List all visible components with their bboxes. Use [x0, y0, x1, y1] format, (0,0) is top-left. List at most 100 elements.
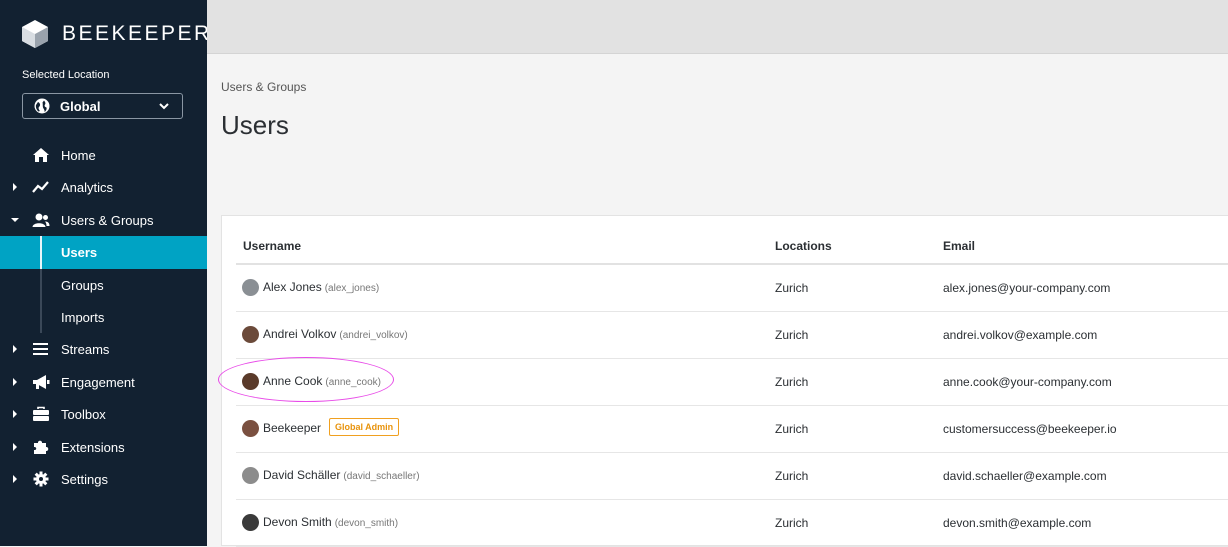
location-value: Global: [60, 98, 101, 114]
table-row[interactable]: Anne Cook (anne_cook) Zurich anne.cook@yo…: [236, 358, 1228, 406]
caret-right-icon: [13, 377, 17, 386]
caret-right-icon: [13, 345, 17, 354]
user-email: david.schaeller@example.com: [943, 469, 1107, 483]
sidebar-subitem-groups[interactable]: Groups: [0, 268, 207, 301]
sidebar: BEEKEEPER Selected Location Global Home …: [0, 0, 209, 546]
selected-location-label: Selected Location: [22, 69, 110, 81]
analytics-icon: [32, 181, 49, 194]
table-row[interactable]: Alex Jones (alex_jones) Zurich alex.jones…: [236, 264, 1228, 312]
user-display-name: Beekeeper: [263, 421, 322, 435]
sidebar-item-label: Users: [61, 245, 98, 261]
caret-right-icon: [13, 442, 17, 451]
caret-down-icon: [11, 217, 19, 222]
user-email: andrei.volkov@example.com: [943, 328, 1098, 342]
user-email: anne.cook@your-company.com: [943, 375, 1112, 389]
gear-icon: [33, 471, 49, 487]
table-row[interactable]: David Schäller (david_schaeller) Zurich d…: [236, 452, 1228, 500]
global-admin-badge: Global Admin: [329, 418, 400, 436]
sidebar-item-engagement[interactable]: Engagement: [0, 366, 207, 398]
user-name[interactable]: Beekeeper: [263, 421, 321, 435]
sidebar-item-label: Engagement: [61, 374, 135, 390]
sidebar-item-label: Settings: [61, 471, 108, 487]
submenu-line: [40, 268, 42, 301]
puzzle-icon: [34, 440, 49, 454]
sidebar-item-label: Toolbox: [61, 407, 106, 423]
brand-logo[interactable]: BEEKEEPER: [22, 20, 212, 48]
users-table: Username Locations Email Alex Jones (alex…: [221, 215, 1228, 547]
sidebar-item-label: Extensions: [61, 439, 125, 455]
sidebar-item-streams[interactable]: Streams: [0, 333, 207, 365]
sidebar-subitem-imports[interactable]: Imports: [0, 300, 207, 334]
user-handle: (anne_cook): [325, 377, 381, 388]
user-name[interactable]: Anne Cook (anne_cook): [263, 374, 381, 388]
sidebar-item-settings[interactable]: Settings: [0, 463, 207, 495]
toolbox-icon: [33, 406, 49, 422]
table-header: Username Locations Email: [236, 216, 1228, 265]
table-row[interactable]: Beekeeper Global Admin Zurich customersu…: [236, 405, 1228, 453]
user-handle: (devon_smith): [334, 518, 399, 529]
avatar: [242, 279, 259, 296]
caret-right-icon: [13, 474, 17, 483]
home-icon: [33, 148, 49, 162]
submenu-line: [40, 300, 42, 334]
top-bar: [207, 0, 1228, 54]
user-display-name: Devon Smith: [263, 515, 332, 529]
users-icon: [32, 213, 50, 227]
caret-right-icon: [13, 183, 17, 192]
caret-right-icon: [13, 410, 17, 419]
sidebar-item-analytics[interactable]: Analytics: [0, 171, 207, 203]
column-header-locations[interactable]: Locations: [775, 239, 832, 253]
sidebar-item-home[interactable]: Home: [0, 139, 207, 171]
sidebar-item-extensions[interactable]: Extensions: [0, 431, 207, 463]
brand-name: BEEKEEPER: [62, 22, 212, 45]
user-location: Zurich: [775, 516, 809, 530]
breadcrumb[interactable]: Users & Groups: [221, 80, 306, 94]
globe-icon: [34, 98, 50, 114]
beekeeper-logo-icon: [22, 20, 48, 48]
streams-icon: [33, 343, 48, 356]
user-location: Zurich: [775, 281, 809, 295]
sidebar-item-label: Imports: [61, 309, 105, 325]
user-name[interactable]: Alex Jones (alex_jones): [263, 280, 379, 294]
user-display-name: Anne Cook: [263, 374, 323, 388]
sidebar-nav: Home Analytics Users & Groups Users Grou…: [0, 139, 207, 495]
avatar: [242, 514, 259, 531]
user-name[interactable]: David Schäller (david_schaeller): [263, 468, 420, 482]
user-name[interactable]: Devon Smith (devon_smith): [263, 515, 398, 529]
sidebar-item-label: Groups: [61, 277, 104, 293]
user-email: alex.jones@your-company.com: [943, 281, 1111, 295]
table-row[interactable]: Andrei Volkov (andrei_volkov) Zurich andr…: [236, 311, 1228, 359]
user-email: devon.smith@example.com: [943, 516, 1092, 530]
sidebar-item-users-groups[interactable]: Users & Groups: [0, 204, 207, 236]
user-display-name: Andrei Volkov: [263, 327, 337, 341]
avatar: [242, 420, 259, 437]
avatar: [242, 373, 259, 390]
user-email: customersuccess@beekeeper.io: [943, 422, 1117, 436]
user-handle: (david_schaeller): [343, 471, 420, 482]
page-title: Users: [221, 110, 289, 140]
location-select[interactable]: Global: [22, 93, 183, 119]
submenu-line: [40, 236, 42, 269]
sidebar-item-label: Users & Groups: [61, 212, 154, 228]
user-handle: (alex_jones): [324, 283, 380, 294]
sidebar-subitem-users[interactable]: Users: [0, 236, 207, 269]
avatar: [242, 326, 259, 343]
megaphone-icon: [33, 374, 50, 389]
user-handle: (andrei_volkov): [339, 330, 408, 341]
column-header-username[interactable]: Username: [243, 239, 301, 253]
user-location: Zurich: [775, 328, 809, 342]
sidebar-item-label: Home: [61, 148, 96, 163]
sidebar-item-label: Streams: [61, 342, 110, 358]
user-name[interactable]: Andrei Volkov (andrei_volkov): [263, 327, 408, 341]
user-location: Zurich: [775, 469, 809, 483]
avatar: [242, 467, 259, 484]
sidebar-item-toolbox[interactable]: Toolbox: [0, 398, 207, 430]
sidebar-item-label: Analytics: [61, 180, 114, 196]
user-display-name: David Schäller: [263, 468, 341, 482]
user-location: Zurich: [775, 375, 809, 389]
column-header-email[interactable]: Email: [943, 239, 975, 253]
table-row[interactable]: Devon Smith (devon_smith) Zurich devon.sm…: [236, 499, 1228, 547]
user-display-name: Alex Jones: [263, 280, 322, 294]
chevron-down-icon: [159, 103, 169, 110]
user-location: Zurich: [775, 422, 809, 436]
